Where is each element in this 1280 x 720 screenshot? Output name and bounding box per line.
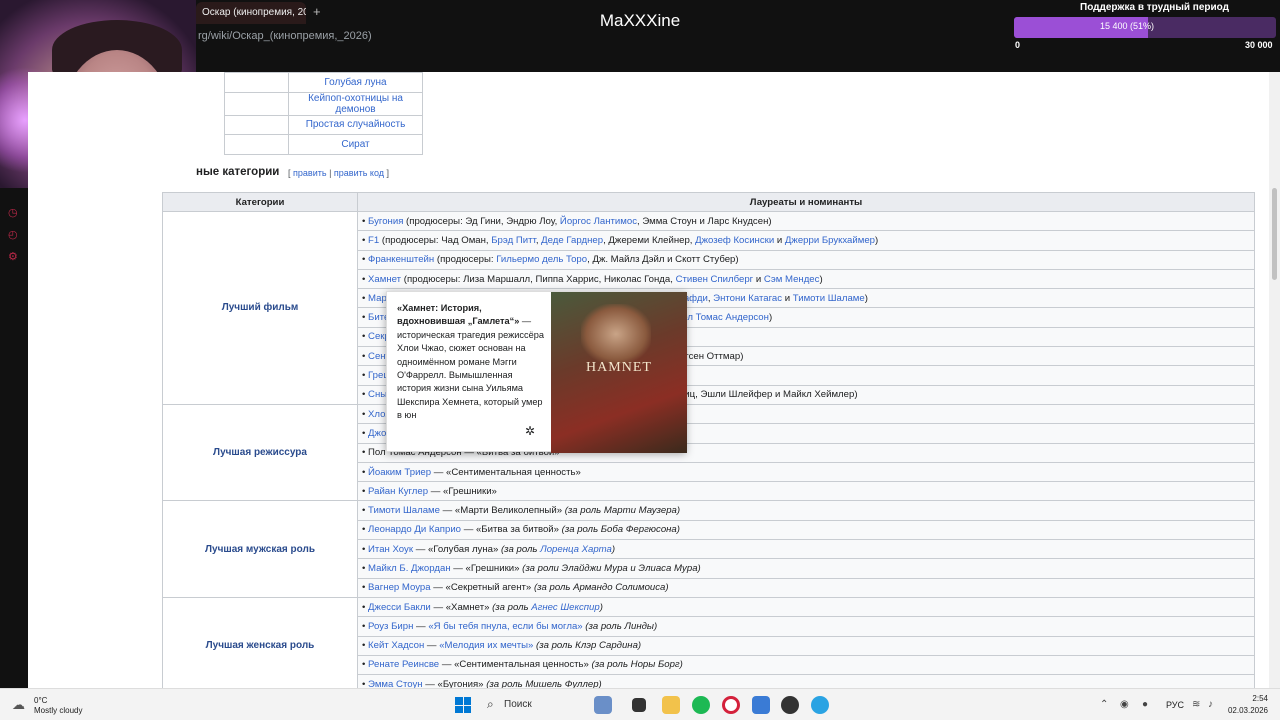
weather-temp[interactable]: 0°C [34, 696, 47, 705]
page-scrollbar[interactable] [1269, 72, 1280, 688]
nominee-row: • Франкенштейн (продюсеры: Гильермо дель… [357, 249, 1255, 270]
nominee-row: • Майкл Б. Джордан — «Грешники» (за роли… [357, 558, 1255, 579]
category-best-director[interactable]: Лучшая режиссура [162, 403, 358, 502]
spotify-icon[interactable] [692, 696, 710, 714]
popup-title: «Хамнет: История, вдохновившая „Гамлета“… [397, 303, 520, 327]
poster-figures [581, 304, 651, 364]
nominee-row: • Джесси Бакли — «Хамнет» (за роль Агнес… [357, 596, 1255, 618]
small-table-cell[interactable]: Сират [288, 134, 423, 155]
taskbar: ☁ 0°C Mostly cloudy ⌕ Поиск ⌃ ◉ ● РУС ≋ … [0, 688, 1280, 720]
nominee-row: • Эмма Стоун — «Бугония» (за роль Мишель… [357, 674, 1255, 688]
nominee-row: • Райан Куглер — «Грешники» [357, 481, 1255, 502]
address-bar[interactable]: rg/wiki/Оскар_(кинопремия,_2026) [198, 30, 372, 42]
history-icon[interactable]: ◴ [8, 228, 18, 241]
bracket-open: [ [288, 168, 291, 178]
clock-time[interactable]: 2:54 [1236, 694, 1268, 703]
notes-app-icon[interactable] [752, 696, 770, 714]
nominee-row: • Вагнер Моура — «Секретный агент» (за р… [357, 577, 1255, 598]
poster-title: HAMNET [586, 360, 652, 375]
poster-image[interactable]: HAMNET [551, 292, 687, 453]
popup-dash: — [519, 316, 532, 327]
nominee-row: • Леонардо Ди Каприо — «Битва за битвой»… [357, 519, 1255, 541]
support-goal-max: 30 000 [1245, 40, 1273, 50]
nominee-row: • Хамнет (продюсеры: Лиза Маршалл, Пиппа… [357, 268, 1255, 290]
nominee-row: • Кейт Хадсон — «Мелодия их мечты» (за р… [357, 635, 1255, 656]
section-edit-links: [ править | править код ] [288, 168, 389, 178]
nominee-row: • Тимоти Шаламе — «Марти Великолепный» (… [357, 500, 1255, 521]
edit-source-link[interactable]: править код [334, 168, 384, 178]
network-icon[interactable]: ◉ [1120, 699, 1129, 710]
nominee-row: • Ренате Реинсве — «Сентиментальная ценн… [357, 654, 1255, 676]
nominee-row: • Бугония (продюсеры: Эд Гини, Эндрю Лоу… [357, 210, 1255, 232]
nominee-row: • Роуз Бирн — «Я бы тебя пнула, если бы … [357, 616, 1255, 637]
awards-table: Категории Лауреаты и номинанты Лучший фи… [162, 192, 1255, 688]
telegram-icon[interactable] [811, 696, 829, 714]
clock-icon[interactable]: ◷ [8, 206, 18, 219]
wifi-icon[interactable]: ≋ [1192, 699, 1200, 710]
screen: Оскар (кинопремия, 2026 + rg/wiki/Оскар_… [0, 0, 1280, 720]
task-view-icon[interactable] [632, 698, 646, 712]
popup-body: историческая трагедия режиссёра Хлои Чжа… [397, 329, 544, 421]
microphone-icon[interactable]: ● [1142, 699, 1148, 710]
small-table-cell[interactable]: Простая случайность [288, 114, 423, 135]
category-best-picture[interactable]: Лучший фильм [162, 211, 358, 405]
header-categories: Категории [162, 192, 358, 212]
small-nominees-table: Голубая луна Кейпоп-охотницы на демонов … [224, 72, 423, 155]
opera-icon[interactable] [722, 696, 740, 714]
scrollbar-thumb[interactable] [1272, 188, 1277, 280]
category-best-actor[interactable]: Лучшая мужская роль [162, 500, 358, 598]
volume-icon[interactable]: ♪ [1208, 699, 1213, 710]
section-title: ные категории [196, 166, 280, 178]
small-table-cell[interactable]: Голубая луна [288, 72, 423, 93]
windows-start-icon[interactable] [455, 697, 471, 713]
stream-title: MaXXXine [599, 11, 681, 30]
clock-date[interactable]: 02.03.2026 [1226, 706, 1268, 715]
widget-app-icon[interactable] [594, 696, 612, 714]
search-icon[interactable]: ⌕ [487, 697, 494, 712]
support-goal-value: 15 400 (51%) [1100, 21, 1155, 31]
bracket-close: ] [386, 168, 390, 178]
edit-link[interactable]: править [293, 168, 327, 178]
weather-desc[interactable]: Mostly cloudy [34, 706, 82, 715]
page-preview-popup[interactable]: «Хамнет: История, вдохновившая „Гамлета“… [386, 291, 687, 453]
settings-icon[interactable]: ⚙ [8, 250, 18, 263]
nominee-row: • Йоаким Триер — «Сентиментальная ценнос… [357, 461, 1255, 483]
gear-icon[interactable]: ✲ [525, 424, 535, 438]
popup-text: «Хамнет: История, вдохновившая „Гамлета“… [397, 302, 545, 423]
small-table-cell[interactable]: Кейпоп-охотницы на демонов [288, 91, 423, 116]
category-best-actress[interactable]: Лучшая женская роль [162, 596, 358, 688]
browser-tab[interactable]: Оскар (кинопремия, 2026 [196, 2, 306, 24]
language-indicator[interactable]: РУС [1166, 700, 1184, 710]
nominee-row: • Итан Хоук — «Голубая луна» (за роль Ло… [357, 539, 1255, 560]
support-goal-min: 0 [1015, 40, 1021, 50]
header-nominees: Лауреаты и номинанты [357, 192, 1255, 212]
support-goal-label: Поддержка в трудный период [1080, 2, 1229, 13]
separator: | [329, 168, 332, 178]
new-tab-button[interactable]: + [313, 4, 321, 19]
browser-sidebar: ◷ ◴ ⚙ [0, 188, 28, 688]
file-explorer-icon[interactable] [662, 696, 680, 714]
nominee-row: • F1 (продюсеры: Чад Оман, Брэд Питт, Де… [357, 230, 1255, 251]
weather-cloud-icon[interactable]: ☁ [12, 697, 25, 713]
taskbar-search[interactable]: Поиск [504, 699, 532, 710]
chevron-up-icon[interactable]: ⌃ [1100, 699, 1108, 710]
obs-icon[interactable] [781, 696, 799, 714]
